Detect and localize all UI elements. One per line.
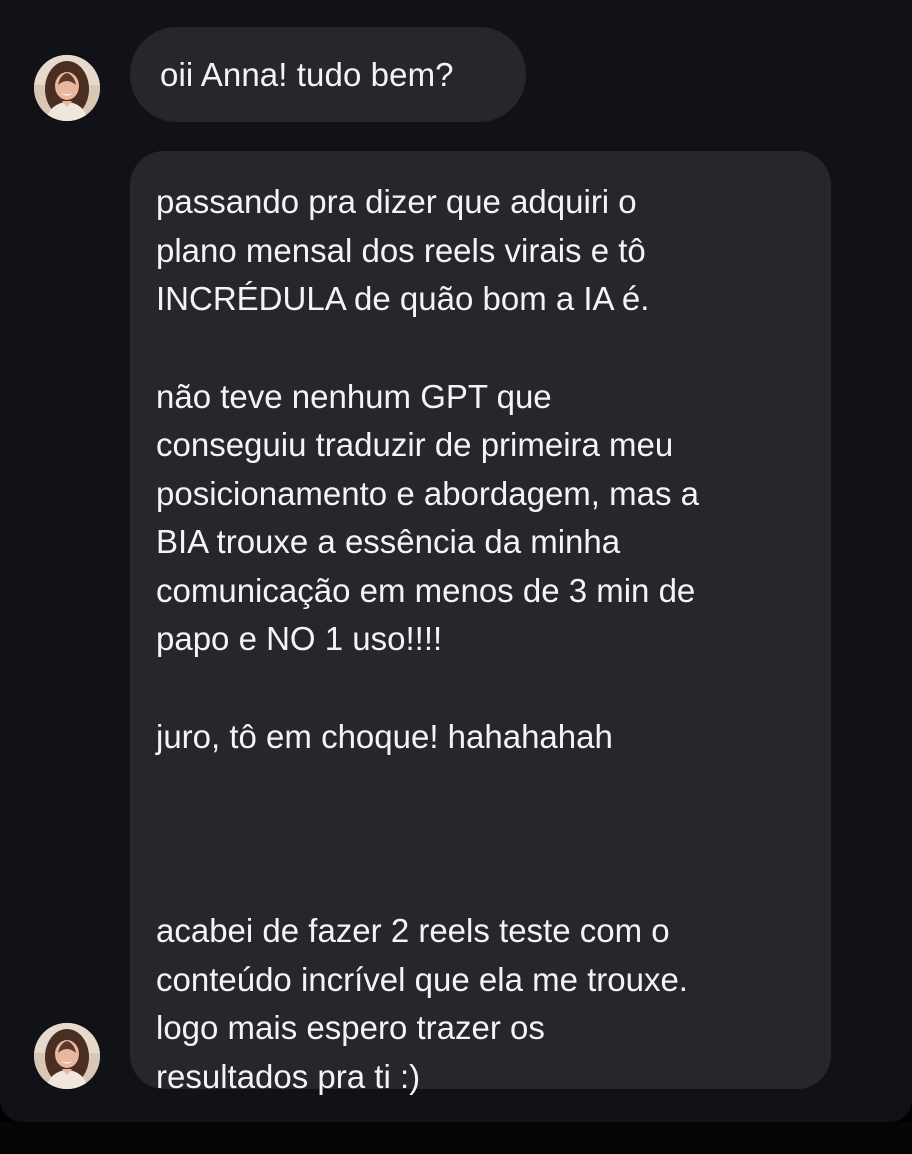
avatar-photo-icon [34,1023,100,1089]
chat-thread: oii Anna! tudo bem? passando pra dizer q… [0,0,912,1122]
message-line: conteúdo incrível que ela me trouxe. [156,960,688,998]
message-line: BIA trouxe a essência da minha [156,523,621,560]
message-line: resultados pra ti :) [156,1057,421,1095]
message-line: logo mais espero trazer os [156,1009,545,1046]
message-line: conseguiu traduzir de primeira meu [156,426,674,463]
message-line: juro, tô em choque! hahahahah [156,717,613,755]
sender-avatar[interactable] [34,55,100,121]
avatar-photo-icon [34,55,100,121]
message-line: papo e NO 1 uso!!!! [156,620,443,657]
message-line: acabei de fazer 2 reels teste com o [156,912,670,949]
message-line: não teve nenhum GPT que [156,377,552,415]
bottom-edge [0,1122,912,1154]
message-line: comunicação em menos de 3 min de [156,571,696,609]
message-text: oii Anna! tudo bem? [160,55,454,93]
message-line: INCRÉDULA de quão bom a IA é. [156,280,650,317]
message-line: passando pra dizer que adquiri o [156,183,637,220]
message-line: plano mensal dos reels virais e tô [156,231,646,269]
message-bubble[interactable]: oii Anna! tudo bem? [130,27,526,122]
message-bubble[interactable]: passando pra dizer que adquiri o plano m… [130,151,831,1095]
message-paragraph: acabei de fazer 2 reels teste com o cont… [156,907,805,1101]
message-paragraph: passando pra dizer que adquiri o plano m… [156,178,805,324]
message-paragraph: juro, tô em choque! hahahahah [156,713,805,762]
sender-avatar[interactable] [34,1023,100,1089]
message-paragraph: não teve nenhum GPT que conseguiu traduz… [156,373,805,664]
message-line: posicionamento e abordagem, mas a [156,474,699,512]
